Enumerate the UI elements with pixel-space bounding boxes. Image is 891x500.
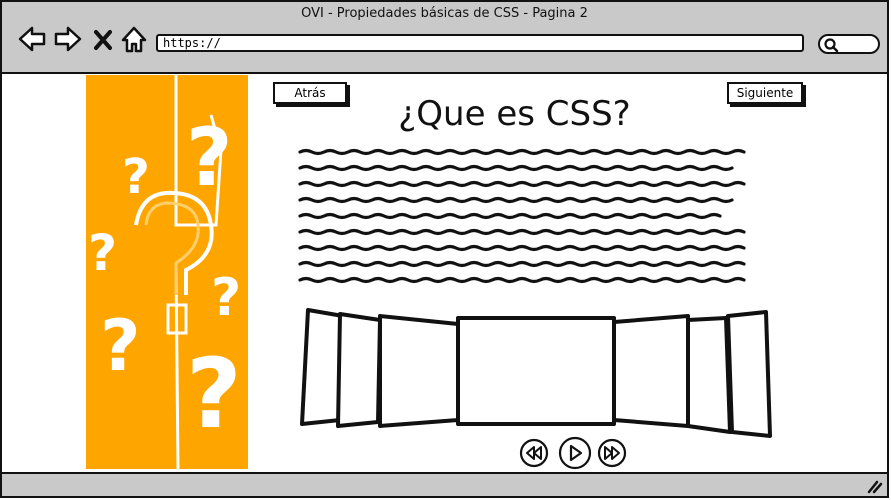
page-title: ¿Que es CSS? bbox=[398, 94, 631, 134]
carousel-slide[interactable] bbox=[686, 316, 732, 434]
search-icon bbox=[824, 38, 839, 53]
play-icon[interactable] bbox=[558, 436, 592, 470]
next-button[interactable]: Siguiente bbox=[727, 82, 803, 104]
image-carousel[interactable] bbox=[298, 302, 774, 440]
svg-text:?: ? bbox=[186, 338, 242, 450]
carousel-slide[interactable] bbox=[612, 314, 690, 428]
svg-text:?: ? bbox=[88, 224, 117, 282]
placeholder-text-block bbox=[298, 148, 746, 284]
back-arrow-icon[interactable] bbox=[18, 24, 46, 54]
forward-arrow-icon[interactable] bbox=[54, 24, 82, 54]
sidebar-question-mark-image: ? ? ? ? ? ? bbox=[86, 75, 248, 469]
svg-text:?: ? bbox=[122, 149, 150, 205]
resize-grip-icon[interactable] bbox=[865, 476, 883, 494]
fast-forward-icon[interactable] bbox=[597, 438, 627, 468]
svg-text:?: ? bbox=[100, 305, 141, 387]
carousel-slide[interactable] bbox=[378, 314, 460, 428]
status-bar bbox=[2, 472, 887, 496]
carousel-slide[interactable] bbox=[726, 310, 772, 438]
window-title: OVI - Propiedades básicas de CSS - Pagin… bbox=[301, 6, 588, 21]
svg-text:?: ? bbox=[186, 111, 232, 204]
carousel-slide[interactable] bbox=[336, 312, 382, 428]
question-marks-illustration: ? ? ? ? ? ? bbox=[88, 75, 242, 469]
back-button[interactable]: Atrás bbox=[273, 82, 347, 104]
browser-window: OVI - Propiedades básicas de CSS - Pagin… bbox=[0, 0, 889, 498]
search-box[interactable] bbox=[818, 34, 880, 54]
rewind-icon[interactable] bbox=[519, 438, 549, 468]
title-bar: OVI - Propiedades básicas de CSS - Pagin… bbox=[2, 2, 887, 74]
carousel-main-slide[interactable] bbox=[456, 316, 616, 426]
address-bar[interactable]: https:// bbox=[156, 34, 804, 52]
home-icon[interactable] bbox=[120, 24, 148, 54]
close-x-icon[interactable] bbox=[92, 24, 114, 54]
svg-text:?: ? bbox=[211, 268, 241, 328]
